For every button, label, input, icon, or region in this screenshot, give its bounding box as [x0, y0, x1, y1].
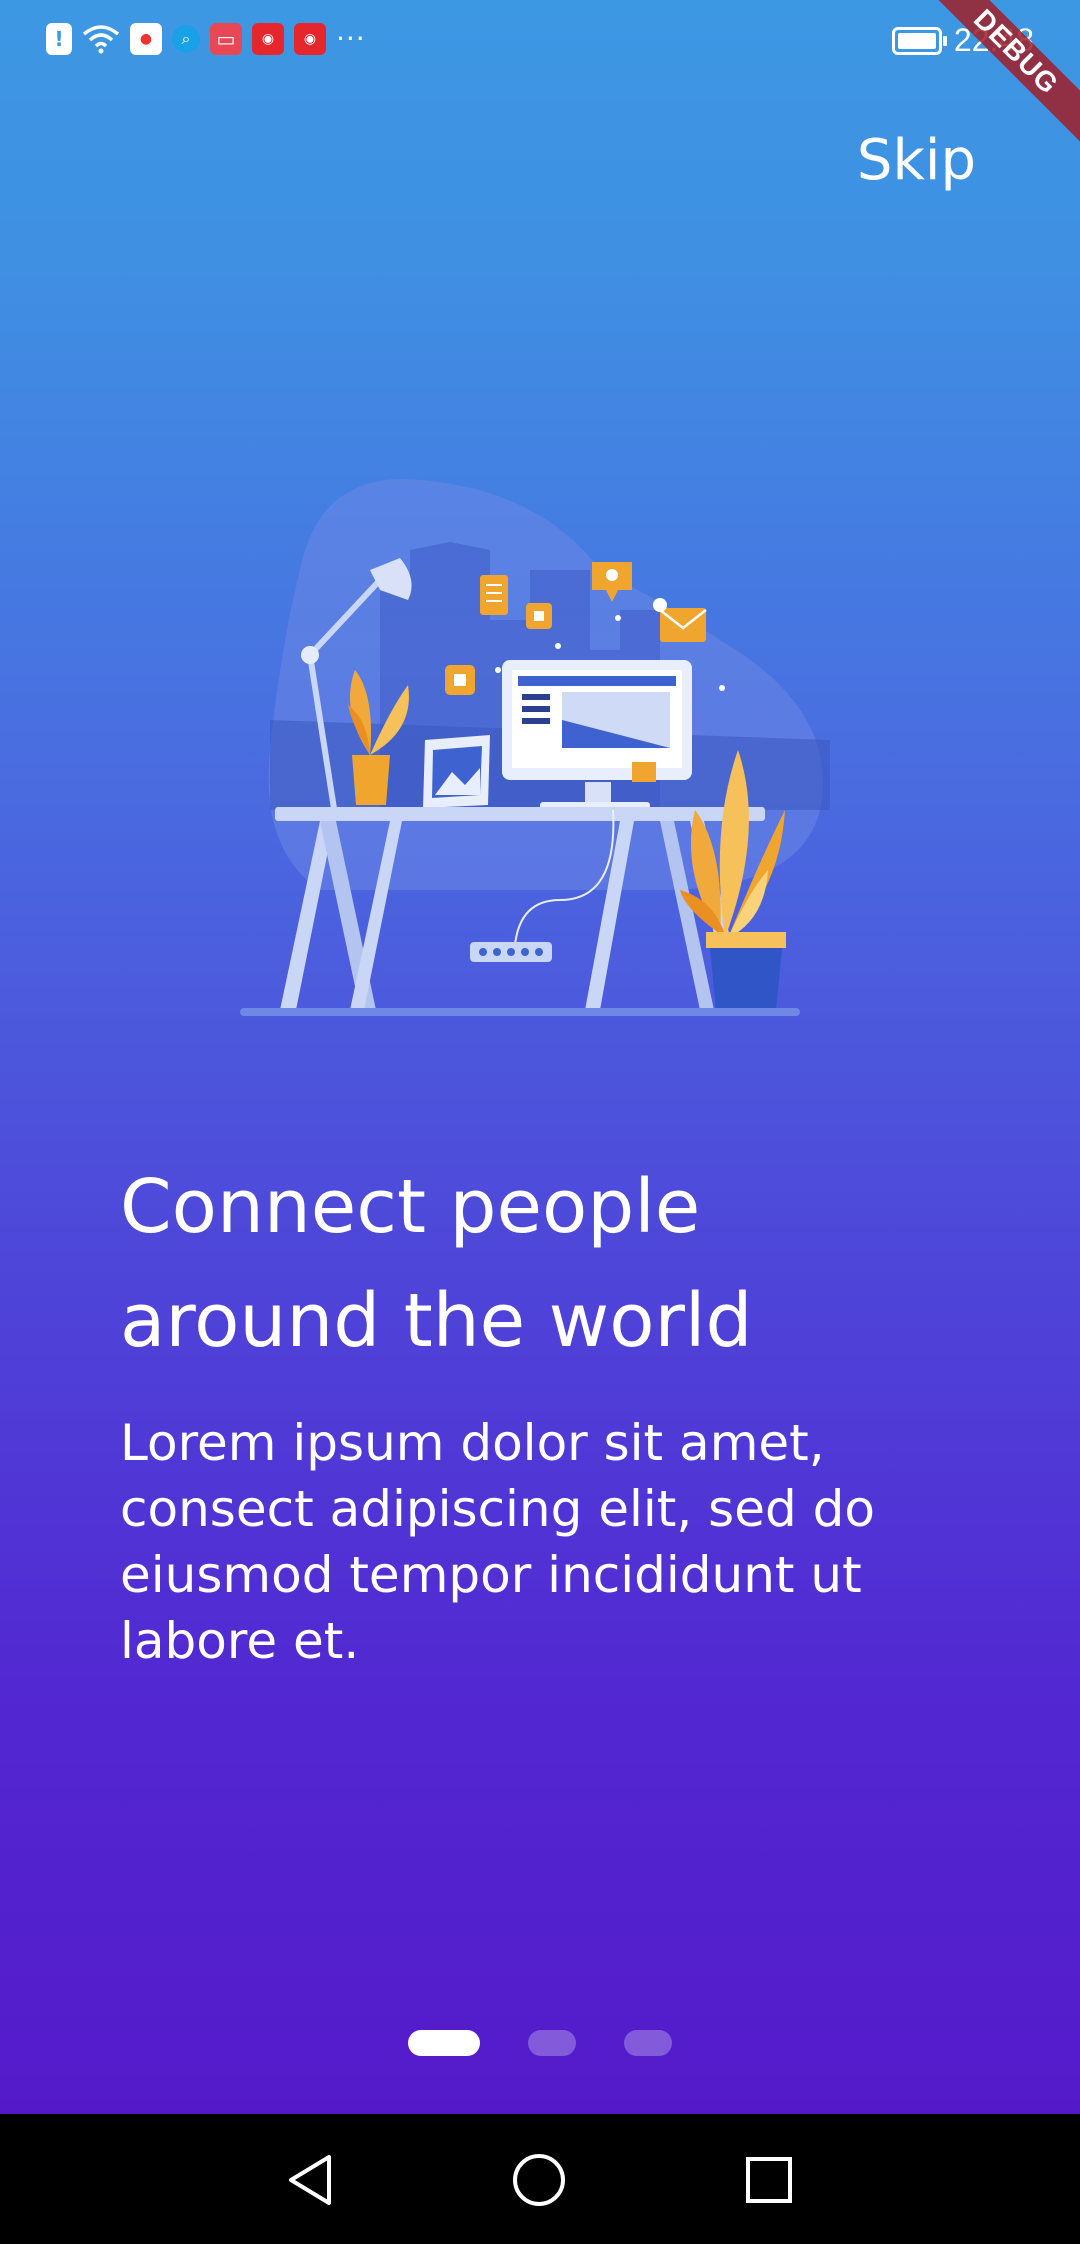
clock: 22:48 [953, 22, 1034, 58]
weibo-icon: ◉ [294, 22, 326, 55]
page-dot-2[interactable] [528, 2030, 576, 2056]
battery-icon [891, 26, 947, 55]
app-icon: ● [130, 22, 162, 55]
recents-icon[interactable] [733, 2144, 805, 2216]
system-nav-bar [0, 2114, 1080, 2244]
page-dot-3[interactable] [624, 2030, 672, 2056]
page-indicator [0, 2030, 1080, 2056]
desk-workspace-illustration [240, 450, 860, 1030]
back-icon[interactable] [274, 2144, 346, 2216]
onboarding-headline: Connect people around the world [120, 1164, 753, 1364]
skip-button[interactable]: Skip [857, 128, 976, 193]
more-notifications-icon: ··· [336, 22, 366, 55]
alert-icon: ! [46, 22, 72, 55]
status-bar: ! ● ⌕ ▭ ◉ ◉ ··· 22:48 [0, 0, 1080, 86]
wifi-icon [82, 23, 120, 55]
notification-icons: ! ● ⌕ ▭ ◉ ◉ ··· [46, 22, 366, 55]
book-app-icon: ▭ [210, 22, 242, 55]
weibo-icon: ◉ [252, 22, 284, 55]
search-app-icon: ⌕ [172, 24, 200, 53]
onboarding-description: Lorem ipsum dolor sit amet, consect adip… [120, 1414, 875, 1670]
page-dot-1[interactable] [408, 2030, 480, 2056]
onboarding-screen: ! ● ⌕ ▭ ◉ ◉ ··· 22:48 DEBUG Skip Connect… [0, 0, 1080, 2244]
system-status: 22:48 [891, 22, 1034, 59]
home-icon[interactable] [503, 2144, 575, 2216]
